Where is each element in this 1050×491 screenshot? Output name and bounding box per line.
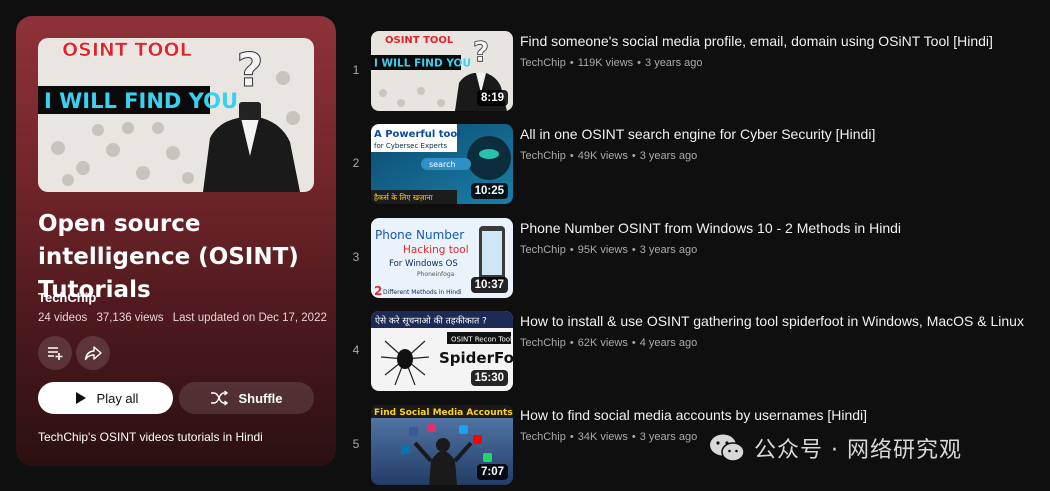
playlist-header: ? OSINT TOOL I WILL FIND YOU Open source… — [16, 16, 336, 466]
thumb-text: हैकर्स के लिए खज़ाना — [374, 193, 434, 202]
playlist-channel-link[interactable]: TechChip — [38, 290, 96, 305]
thumb-text: A Powerful tool — [374, 129, 461, 140]
cover-banner-mid: I WILL FIND YOU — [44, 89, 238, 113]
last-updated: Last updated on Dec 17, 2022 — [172, 312, 327, 324]
playlist-views: 37,136 views — [96, 312, 164, 324]
playlist-cover-image: ? OSINT TOOL I WILL FIND YOU — [38, 38, 314, 192]
playlist-video-row[interactable]: 4 ऐसे करे सूचनाओ की तहकीकात ? OSINT Reco… — [340, 311, 1050, 391]
video-views: 119K views — [577, 57, 634, 69]
video-index: 3 — [352, 250, 360, 264]
video-views: 34K views — [577, 431, 628, 443]
shuffle-icon — [211, 390, 229, 406]
play-icon — [75, 392, 86, 404]
shuffle-label: Shuffle — [238, 390, 283, 406]
video-age: 3 years ago — [639, 244, 698, 256]
thumb-text: search — [429, 160, 456, 169]
video-meta: TechChip • 34K views • 3 years ago — [520, 431, 698, 443]
video-index: 2 — [352, 156, 360, 170]
playlist-video-row[interactable]: 1 ? OSINT TOOL I WILL FIND YOU 8:19 Find… — [340, 31, 1050, 111]
thumb-text: Phone Number — [375, 228, 464, 242]
share-icon — [84, 346, 102, 361]
play-all-button[interactable]: Play all — [38, 382, 173, 414]
thumb-text: For Windows OS — [389, 259, 458, 269]
video-meta: TechChip • 62K views • 4 years ago — [520, 337, 698, 349]
video-age: 3 years ago — [639, 431, 698, 443]
video-title-link[interactable]: Find someone's social media profile, ema… — [520, 32, 1050, 50]
video-title-link[interactable]: How to install & use OSINT gathering too… — [520, 312, 1050, 330]
video-meta: TechChip • 95K views • 3 years ago — [520, 244, 698, 256]
video-thumbnail[interactable]: A Powerful tool for Cybersec Experts sea… — [371, 124, 513, 204]
wechat-icon — [710, 434, 745, 462]
video-thumbnail[interactable]: ? OSINT TOOL I WILL FIND YOU 8:19 — [371, 31, 513, 111]
video-duration: 10:37 — [470, 277, 508, 293]
video-channel-link[interactable]: TechChip — [520, 150, 566, 162]
video-channel-link[interactable]: TechChip — [520, 57, 566, 69]
thumb-text: Phoneinfoga — [417, 271, 455, 278]
video-title-link[interactable]: Phone Number OSINT from Windows 10 - 2 M… — [520, 219, 1050, 237]
playlist-cover-thumbnail[interactable]: ? OSINT TOOL I WILL FIND YOU — [38, 38, 314, 192]
thumb-text: Find Social Media Accounts — [374, 408, 513, 418]
shuffle-button[interactable]: Shuffle — [179, 382, 314, 414]
video-views: 62K views — [577, 337, 628, 349]
thumb-text: 2 — [374, 284, 382, 298]
thumb-text: Different Methods in Hindi — [383, 289, 462, 296]
video-thumbnail[interactable]: ऐसे करे सूचनाओ की तहकीकात ? OSINT Recon … — [371, 311, 513, 391]
playlist-video-row[interactable]: 3 Phone Number Hacking tool For Windows … — [340, 218, 1050, 298]
video-age: 3 years ago — [639, 150, 698, 162]
video-meta: TechChip • 49K views • 3 years ago — [520, 150, 698, 162]
video-views: 49K views — [577, 150, 628, 162]
svg-text:?: ? — [237, 43, 264, 97]
video-views: 95K views — [577, 244, 628, 256]
video-index: 1 — [352, 63, 360, 77]
playlist-stats: 24 videos 37,136 views Last updated on D… — [38, 312, 333, 324]
video-duration: 8:19 — [476, 90, 508, 106]
thumb-text: ऐसे करे सूचनाओ की तहकीकात ? — [375, 315, 487, 327]
video-meta: TechChip • 119K views • 3 years ago — [520, 57, 703, 69]
video-channel-link[interactable]: TechChip — [520, 244, 566, 256]
add-to-queue-button[interactable] — [38, 336, 72, 370]
add-to-queue-icon — [48, 347, 63, 360]
watermark: 公众号 · 网络研究观 — [708, 430, 962, 466]
cover-banner-top: OSINT TOOL — [62, 39, 192, 61]
video-channel-link[interactable]: TechChip — [520, 431, 566, 443]
video-age: 3 years ago — [645, 57, 703, 69]
video-thumbnail[interactable]: Find Social Media Accounts 7:07 — [371, 405, 513, 485]
video-duration: 10:25 — [470, 183, 508, 199]
playlist-video-list: 1 ? OSINT TOOL I WILL FIND YOU 8:19 Find… — [340, 0, 1050, 491]
share-button[interactable] — [76, 336, 110, 370]
video-count: 24 videos — [38, 312, 88, 324]
thumb-text: Hacking tool — [403, 244, 469, 256]
thumb-text: OSINT TOOL — [385, 35, 454, 46]
thumb-text: OSINT Recon Tool — [451, 336, 512, 344]
video-index: 4 — [352, 343, 360, 357]
video-age: 4 years ago — [639, 337, 698, 349]
playlist-description: TechChip's OSINT videos tutorials in Hin… — [38, 430, 263, 444]
video-title-link[interactable]: How to find social media accounts by use… — [520, 406, 1050, 424]
play-all-label: Play all — [96, 390, 139, 406]
video-channel-link[interactable]: TechChip — [520, 337, 566, 349]
thumb-text: SpiderFoot — [439, 349, 513, 367]
thumb-text: I WILL FIND YOU — [374, 58, 471, 70]
video-title-link[interactable]: All in one OSINT search engine for Cyber… — [520, 125, 1050, 143]
video-duration: 15:30 — [470, 370, 508, 386]
thumb-text: for Cybersec Experts — [374, 142, 447, 150]
video-index: 5 — [352, 437, 360, 451]
svg-text:?: ? — [473, 35, 489, 68]
watermark-text: 公众号 · 网络研究观 — [754, 438, 962, 463]
playlist-video-row[interactable]: 2 A Powerful tool for Cybersec Experts s… — [340, 124, 1050, 204]
video-duration: 7:07 — [476, 464, 508, 480]
video-thumbnail[interactable]: Phone Number Hacking tool For Windows OS… — [371, 218, 513, 298]
